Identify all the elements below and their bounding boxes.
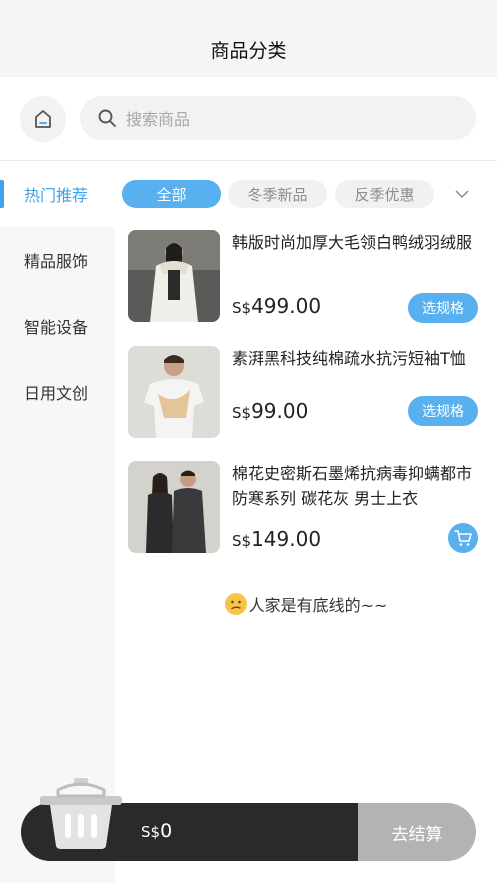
chevron-down-icon[interactable] xyxy=(452,184,472,204)
product-item[interactable]: 棉花史密斯石墨烯抗病毒抑螨都市防寒系列 碳花灰 男士上衣 S$149.00 xyxy=(128,461,478,555)
home-icon xyxy=(35,110,51,128)
select-spec-button[interactable]: 选规格 xyxy=(408,396,478,426)
product-price: S$99.00 xyxy=(232,399,309,423)
search-input[interactable]: 搜索商品 xyxy=(80,96,476,140)
product-item[interactable]: 素湃黑科技纯棉疏水抗污短袖T恤 S$99.00 选规格 xyxy=(128,346,478,440)
product-price: S$499.00 xyxy=(232,294,322,318)
list-end-message: 人家是有底线的~~ xyxy=(115,592,497,616)
chip-all[interactable]: 全部 xyxy=(122,180,221,208)
product-name: 棉花史密斯石墨烯抗病毒抑螨都市防寒系列 碳花灰 男士上衣 xyxy=(232,464,473,508)
sidebar-item-hot[interactable]: 热门推荐 xyxy=(0,161,115,227)
checkout-button[interactable]: 去结算 xyxy=(358,803,476,861)
product-price: S$149.00 xyxy=(232,527,322,551)
app-header: 商品分类 xyxy=(0,0,497,77)
select-spec-button[interactable]: 选规格 xyxy=(408,293,478,323)
product-image xyxy=(128,230,220,322)
product-item[interactable]: 韩版时尚加厚大毛领白鸭绒羽绒服 S$499.00 选规格 xyxy=(128,230,478,324)
category-sidebar: 热门推荐 精品服饰 智能设备 日用文创 xyxy=(0,161,115,883)
chip-off-season[interactable]: 反季优惠 xyxy=(335,180,434,208)
search-placeholder: 搜索商品 xyxy=(126,110,191,129)
product-name: 素湃黑科技纯棉疏水抗污短袖T恤 xyxy=(232,349,466,368)
sidebar-item-apparel[interactable]: 精品服饰 xyxy=(0,227,115,293)
search-row: 搜索商品 xyxy=(0,77,497,161)
product-image xyxy=(128,346,220,438)
home-button[interactable] xyxy=(20,96,66,142)
cart-icon xyxy=(454,530,472,546)
chip-winter-new[interactable]: 冬季新品 xyxy=(228,180,327,208)
shopping-basket-icon[interactable] xyxy=(38,776,124,850)
sidebar-item-daily-creative[interactable]: 日用文创 xyxy=(0,359,115,425)
product-image xyxy=(128,461,220,553)
product-name: 韩版时尚加厚大毛领白鸭绒羽绒服 xyxy=(232,233,473,252)
list-end-text: 人家是有底线的~~ xyxy=(248,596,388,615)
add-to-cart-button[interactable] xyxy=(448,523,478,553)
sidebar-item-smart-devices[interactable]: 智能设备 xyxy=(0,293,115,359)
confused-face-icon xyxy=(224,593,247,615)
cart-total: S$0 xyxy=(141,820,173,842)
search-icon xyxy=(96,107,118,129)
page-title: 商品分类 xyxy=(210,40,287,62)
